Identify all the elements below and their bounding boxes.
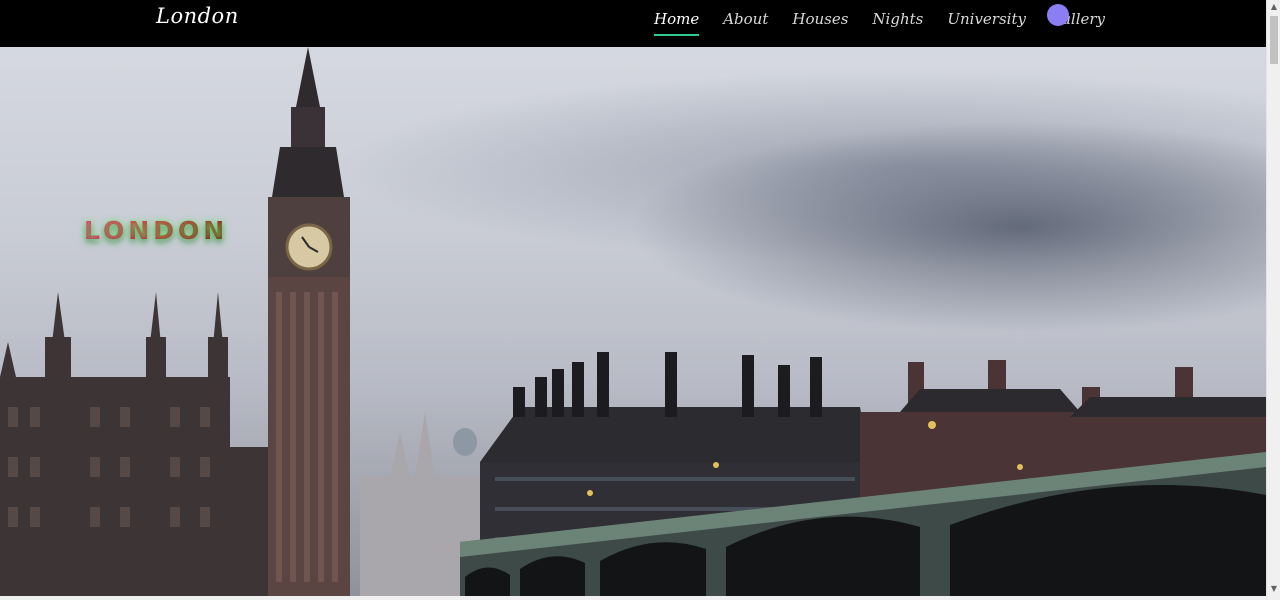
london-skyline-image	[0, 47, 1266, 596]
nav-link-houses[interactable]: Houses	[792, 10, 848, 28]
hero-banner: LONDON	[0, 47, 1266, 596]
nav-link-university[interactable]: University	[947, 10, 1026, 28]
vertical-scrollbar[interactable]: ▲ ▼	[1266, 0, 1280, 600]
horizontal-track	[0, 596, 1266, 600]
navbar: London Home About Houses Nights Universi…	[0, 0, 1266, 47]
nav-link-nights[interactable]: Nights	[872, 10, 923, 28]
big-ben-tower	[268, 47, 350, 596]
scroll-down-icon[interactable]: ▼	[1267, 582, 1280, 596]
scroll-up-icon[interactable]: ▲	[1267, 0, 1280, 14]
hero-title: LONDON	[84, 216, 229, 245]
parliament-building	[0, 292, 270, 596]
nav-link-home[interactable]: Home	[654, 10, 700, 36]
nav-link-about[interactable]: About	[723, 10, 768, 28]
scroll-thumb[interactable]	[1270, 16, 1278, 64]
avatar-icon[interactable]	[1047, 4, 1069, 26]
brand-logo[interactable]: London	[156, 4, 239, 28]
